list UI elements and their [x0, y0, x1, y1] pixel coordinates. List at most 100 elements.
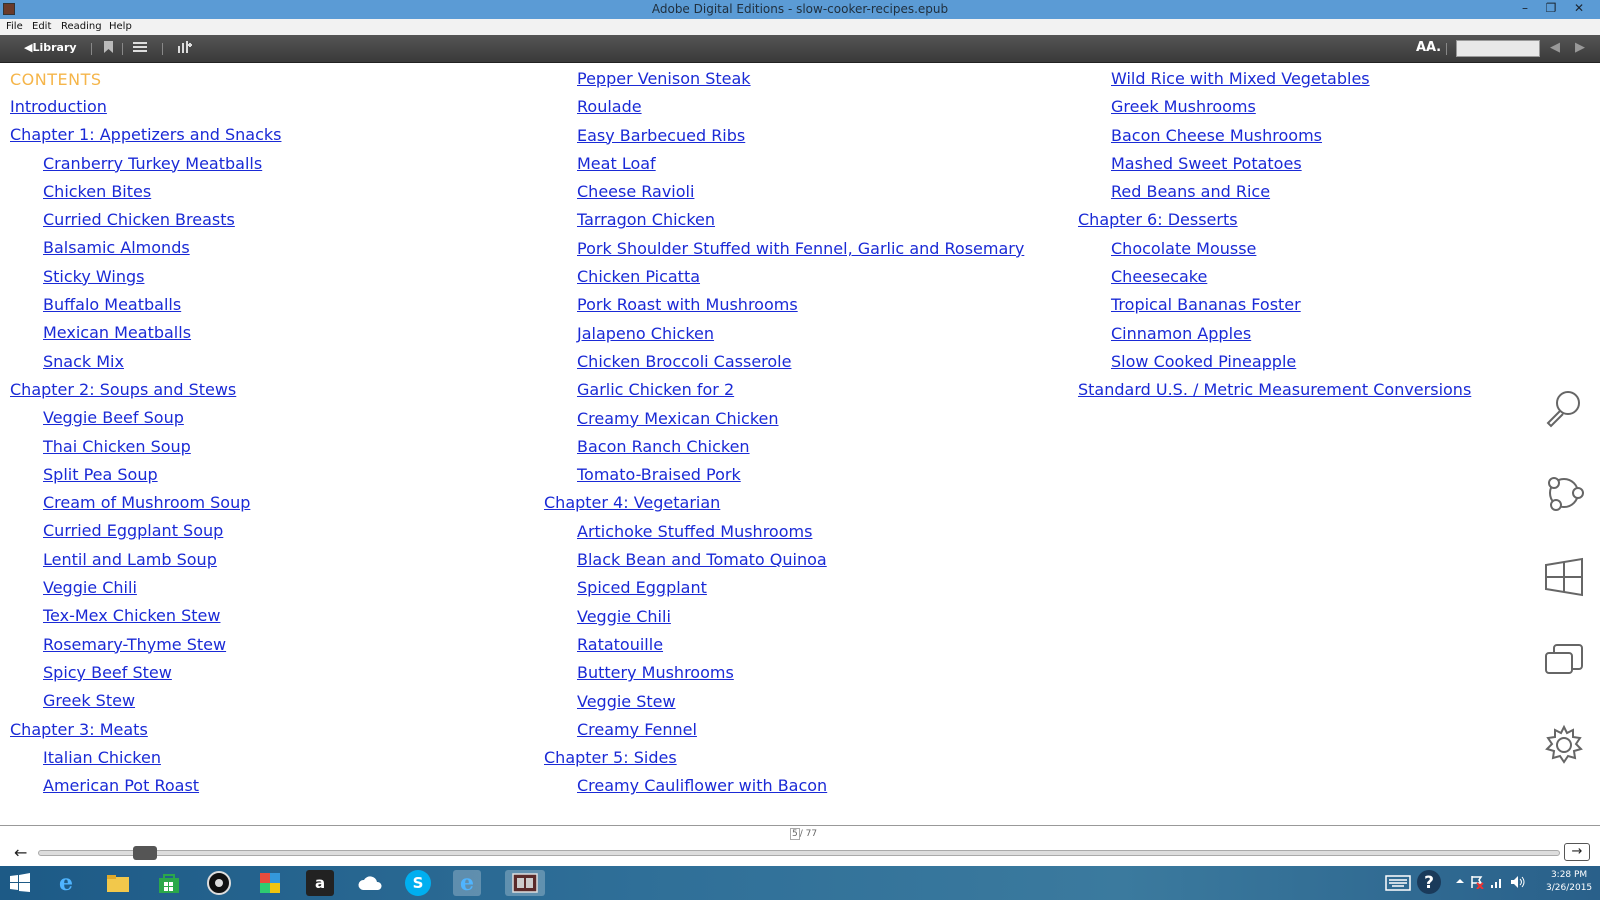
forward-arrow-button[interactable]: → [1564, 843, 1590, 861]
volume-icon[interactable] [1510, 875, 1526, 892]
show-hidden-icons-icon[interactable] [1456, 875, 1464, 888]
toc-recipe-link[interactable]: Chicken Bites [10, 178, 281, 206]
toc-recipe-link[interactable]: Creamy Mexican Chicken [544, 405, 1024, 433]
toc-recipe-link[interactable]: Meat Loaf [544, 150, 1024, 178]
toc-recipe-link[interactable]: Easy Barbecued Ribs [544, 122, 1024, 150]
toc-recipe-link[interactable]: Cheesecake [1078, 263, 1471, 291]
menu-help[interactable]: Help [109, 21, 132, 32]
devices-icon[interactable] [1542, 639, 1586, 683]
prev-page-button[interactable]: ◀ [1550, 40, 1560, 55]
action-center-flag-icon[interactable] [1470, 875, 1484, 892]
keyboard-icon[interactable] [1385, 875, 1411, 894]
file-explorer-icon[interactable] [104, 870, 132, 896]
help-icon[interactable]: ? [1416, 869, 1442, 898]
progress-slider[interactable] [38, 850, 1560, 856]
toc-recipe-link[interactable]: Bacon Cheese Mushrooms [1078, 122, 1471, 150]
chart-add-icon[interactable] [178, 41, 192, 56]
digital-editions-icon[interactable] [505, 870, 545, 896]
toc-recipe-link[interactable]: Bacon Ranch Chicken [544, 433, 1024, 461]
toc-recipe-link[interactable]: Veggie Beef Soup [10, 404, 281, 432]
toc-recipe-link[interactable]: Veggie Chili [544, 603, 1024, 631]
toc-recipe-link[interactable]: Cream of Mushroom Soup [10, 489, 281, 517]
menu-edit[interactable]: Edit [32, 21, 51, 32]
menu-file[interactable]: File [6, 21, 23, 32]
toc-chapter-link[interactable]: Chapter 4: Vegetarian [544, 489, 1024, 517]
share-icon[interactable] [1542, 471, 1586, 515]
menu-reading[interactable]: Reading [61, 21, 102, 32]
toc-recipe-link[interactable]: Balsamic Almonds [10, 234, 281, 262]
toc-recipe-link[interactable]: Black Bean and Tomato Quinoa [544, 546, 1024, 574]
toc-recipe-link[interactable]: Slow Cooked Pineapple [1078, 348, 1471, 376]
toc-recipe-link[interactable]: Rosemary-Thyme Stew [10, 631, 281, 659]
toc-chapter-link[interactable]: Chapter 2: Soups and Stews [10, 376, 281, 404]
media-player-icon[interactable] [205, 870, 233, 896]
toc-recipe-link[interactable]: American Pot Roast [10, 772, 281, 800]
toc-recipe-link[interactable]: Snack Mix [10, 348, 281, 376]
toc-recipe-link[interactable]: Curried Chicken Breasts [10, 206, 281, 234]
toc-recipe-link[interactable]: Chocolate Mousse [1078, 235, 1471, 263]
restore-button[interactable]: ❐ [1538, 0, 1564, 19]
toc-chapter-link[interactable]: Introduction [10, 93, 281, 121]
start-button[interactable] [6, 870, 34, 896]
back-arrow-button[interactable]: ← [14, 843, 27, 862]
onedrive-icon[interactable] [357, 870, 385, 896]
toc-recipe-link[interactable]: Veggie Chili [10, 574, 281, 602]
toc-recipe-link[interactable]: Pork Roast with Mushrooms [544, 291, 1024, 319]
toc-recipe-link[interactable]: Split Pea Soup [10, 461, 281, 489]
toc-recipe-link[interactable]: Creamy Fennel [544, 716, 1024, 744]
toc-chapter-link[interactable]: Chapter 1: Appetizers and Snacks [10, 121, 281, 149]
toc-recipe-link[interactable]: Tropical Bananas Foster [1078, 291, 1471, 319]
library-button[interactable]: ◀Library [24, 41, 77, 54]
toc-recipe-link[interactable]: Italian Chicken [10, 744, 281, 772]
toc-chapter-link[interactable]: Chapter 6: Desserts [1078, 206, 1471, 234]
toc-recipe-link[interactable]: Mexican Meatballs [10, 319, 281, 347]
toc-list-icon[interactable] [133, 41, 147, 56]
toc-recipe-link[interactable]: Artichoke Stuffed Mushrooms [544, 518, 1024, 546]
progress-slider-thumb[interactable] [133, 846, 158, 860]
toc-chapter-link[interactable]: Chapter 5: Sides [544, 744, 1024, 772]
toc-recipe-link[interactable]: Cranberry Turkey Meatballs [10, 150, 281, 178]
system-clock[interactable]: 3:28 PM 3/26/2015 [1546, 869, 1592, 895]
toc-recipe-link[interactable]: Chicken Picatta [544, 263, 1024, 291]
bookmark-icon[interactable] [104, 41, 113, 56]
toc-recipe-link[interactable]: Buttery Mushrooms [544, 659, 1024, 687]
toc-recipe-link[interactable]: Wild Rice with Mixed Vegetables [1078, 65, 1471, 93]
toc-recipe-link[interactable]: Ratatouille [544, 631, 1024, 659]
start-icon[interactable] [1542, 555, 1586, 599]
network-signal-icon[interactable] [1490, 875, 1504, 892]
page-number-input[interactable] [1456, 40, 1540, 57]
toc-recipe-link[interactable]: Thai Chicken Soup [10, 433, 281, 461]
toc-recipe-link[interactable]: Tomato-Braised Pork [544, 461, 1024, 489]
search-icon[interactable] [1542, 387, 1586, 431]
skype-icon[interactable]: S [405, 870, 431, 896]
toc-recipe-link[interactable]: Cinnamon Apples [1078, 320, 1471, 348]
photos-icon[interactable] [256, 870, 284, 896]
toc-recipe-link[interactable]: Lentil and Lamb Soup [10, 546, 281, 574]
toc-recipe-link[interactable]: Greek Mushrooms [1078, 93, 1471, 121]
toc-chapter-link[interactable]: Chapter 3: Meats [10, 716, 281, 744]
toc-chapter-link[interactable]: Standard U.S. / Metric Measurement Conve… [1078, 376, 1471, 404]
toc-recipe-link[interactable]: Red Beans and Rice [1078, 178, 1471, 206]
font-size-button[interactable]: AΑ. [1416, 40, 1441, 55]
toc-recipe-link[interactable]: Greek Stew [10, 687, 281, 715]
minimize-button[interactable]: – [1512, 0, 1538, 19]
toc-recipe-link[interactable]: Spicy Beef Stew [10, 659, 281, 687]
amazon-icon[interactable]: a [306, 870, 334, 896]
internet-explorer-icon[interactable]: e [52, 870, 80, 896]
toc-recipe-link[interactable]: Curried Eggplant Soup [10, 517, 281, 545]
internet-explorer-2-icon[interactable]: e [453, 870, 481, 896]
settings-icon[interactable] [1542, 723, 1586, 767]
toc-recipe-link[interactable]: Mashed Sweet Potatoes [1078, 150, 1471, 178]
toc-recipe-link[interactable]: Pepper Venison Steak [544, 65, 1024, 93]
toc-recipe-link[interactable]: Tex-Mex Chicken Stew [10, 602, 281, 630]
toc-recipe-link[interactable]: Buffalo Meatballs [10, 291, 281, 319]
toc-recipe-link[interactable]: Spiced Eggplant [544, 574, 1024, 602]
toc-recipe-link[interactable]: Veggie Stew [544, 688, 1024, 716]
toc-recipe-link[interactable]: Jalapeno Chicken [544, 320, 1024, 348]
toc-recipe-link[interactable]: Pork Shoulder Stuffed with Fennel, Garli… [544, 235, 1024, 263]
close-button[interactable]: ✕ [1566, 0, 1592, 19]
toc-recipe-link[interactable]: Tarragon Chicken [544, 206, 1024, 234]
toc-recipe-link[interactable]: Creamy Cauliflower with Bacon [544, 772, 1024, 800]
toc-recipe-link[interactable]: Roulade [544, 93, 1024, 121]
next-page-button[interactable]: ▶ [1575, 40, 1585, 55]
